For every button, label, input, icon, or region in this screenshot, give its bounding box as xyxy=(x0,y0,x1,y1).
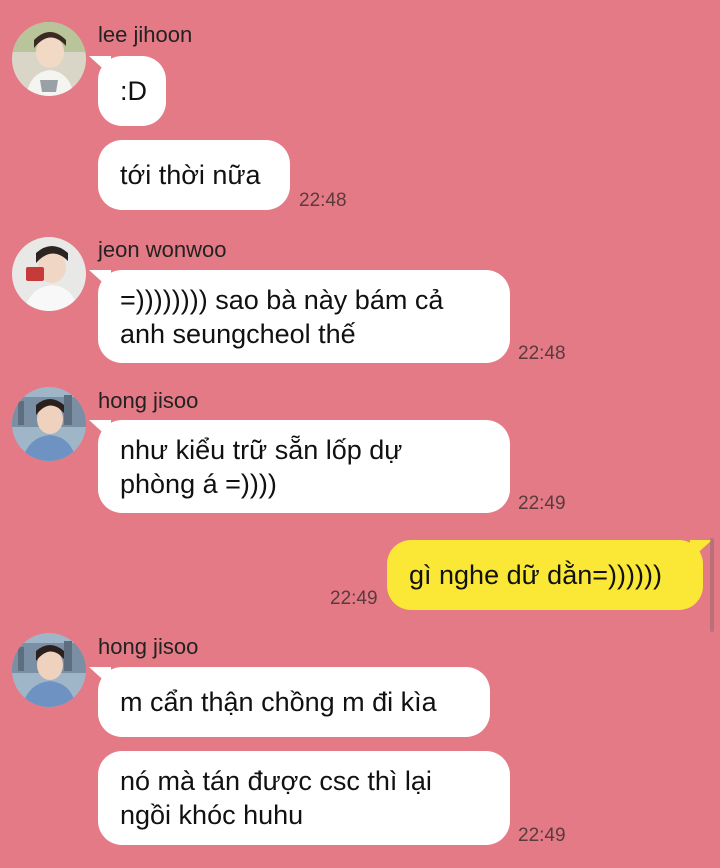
message-time: 22:49 xyxy=(330,588,378,609)
avatar-jeon-wonwoo[interactable] xyxy=(12,237,86,311)
message-text: m cẩn thận chồng m đi kìa xyxy=(120,687,437,717)
sender-name: jeon wonwoo xyxy=(98,237,227,262)
message-bubble[interactable]: tới thời nữa xyxy=(98,140,290,210)
message-text: như kiểu trữ sẵn lốp dự xyxy=(120,434,403,465)
outgoing-message-bubble[interactable]: gì nghe dữ dằn=)))))) xyxy=(387,540,703,610)
avatar-lee-jihoon[interactable] xyxy=(12,22,86,96)
message-text: tới thời nữa xyxy=(120,160,261,190)
sender-name: lee jihoon xyxy=(98,22,193,47)
chat-area[interactable]: lee jihoon :D tới thời nữa 22:48 jeon wo… xyxy=(0,0,720,868)
message-bubble[interactable]: như kiểu trữ sẵn lốp dự phòng á =)))) xyxy=(98,420,510,513)
message-text: :D xyxy=(120,76,147,106)
message-time: 22:49 xyxy=(518,493,566,514)
scrollbar[interactable] xyxy=(710,538,714,632)
message-text: gì nghe dữ dằn=)))))) xyxy=(409,560,662,590)
avatar-photo xyxy=(12,633,86,707)
message-time: 22:48 xyxy=(299,190,347,211)
sender-name: hong jisoo xyxy=(98,388,199,413)
message-time: 22:49 xyxy=(518,825,566,846)
avatar-photo xyxy=(12,387,86,461)
avatar-hong-jisoo[interactable] xyxy=(12,633,86,707)
message-bubble[interactable]: m cẩn thận chồng m đi kìa xyxy=(98,667,490,737)
message-text: anh seungcheol thế xyxy=(120,318,356,349)
message-bubble[interactable]: nó mà tán được csc thì lại ngồi khóc huh… xyxy=(98,751,510,845)
sender-name: hong jisoo xyxy=(98,634,199,659)
message-text: =)))))))) sao bà này bám cả xyxy=(120,284,444,315)
message-bubble[interactable]: :D xyxy=(98,56,166,126)
message-text: nó mà tán được csc thì lại xyxy=(120,766,432,796)
message-text: phòng á =)))) xyxy=(120,468,277,499)
message-time: 22:48 xyxy=(518,343,566,364)
avatar-photo xyxy=(12,22,86,96)
message-text: ngồi khóc huhu xyxy=(120,800,304,830)
message-bubble[interactable]: =)))))))) sao bà này bám cả anh seungche… xyxy=(98,270,510,363)
avatar-hong-jisoo[interactable] xyxy=(12,387,86,461)
avatar-photo xyxy=(12,237,86,311)
